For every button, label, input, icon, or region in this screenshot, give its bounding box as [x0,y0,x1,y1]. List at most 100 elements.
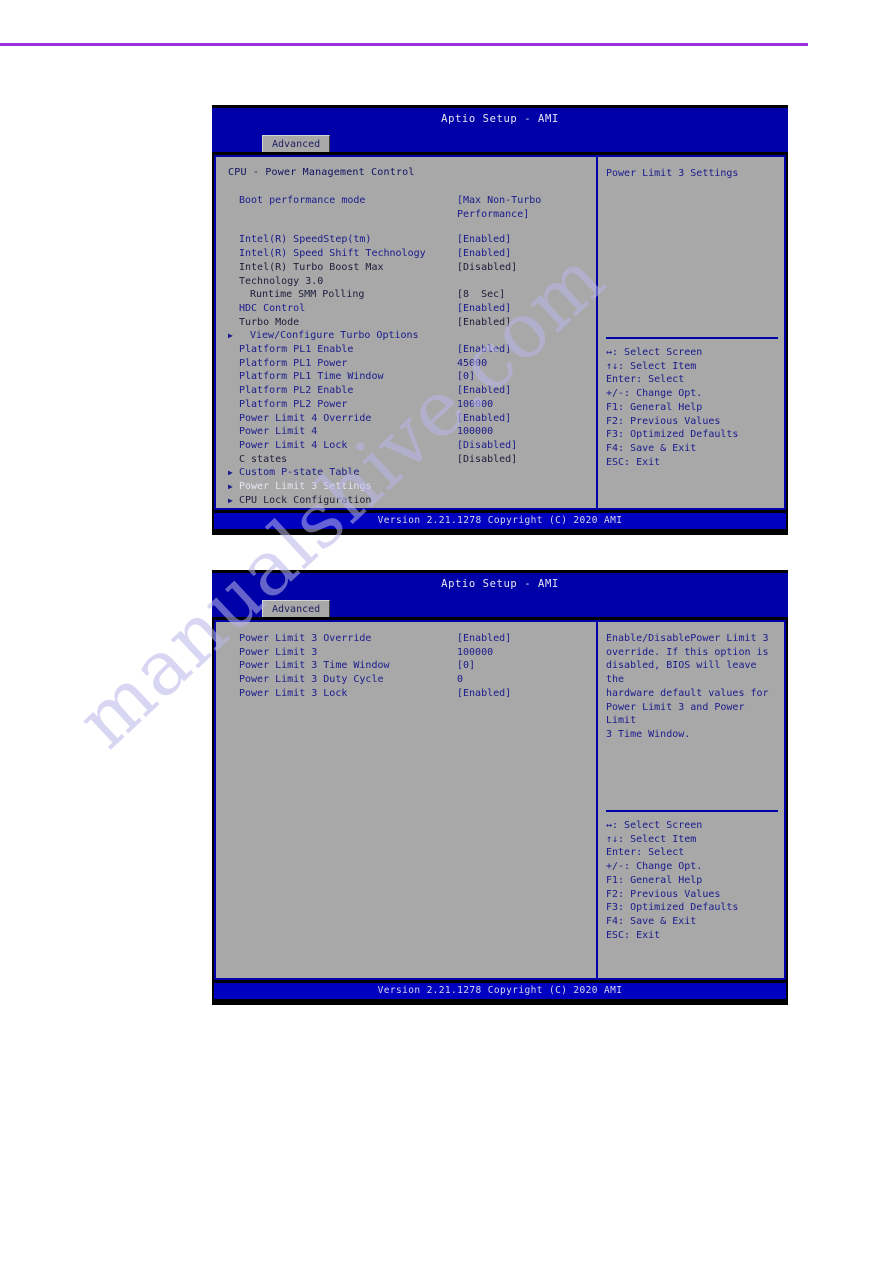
settings-list-2: ▶Power Limit 3 Override[Enabled]▶Power L… [216,622,596,978]
hotkey-list-1: ↔: Select Screen ↑↓: Select Item Enter: Se… [606,346,778,469]
menu-item-label: HDC Control [239,302,306,314]
menu-item-label: Power Limit 4 Override [239,412,372,424]
menu-item[interactable]: ▶Platform PL1 Enable[Enabled] [228,343,596,357]
help-text-1: Power Limit 3 Settings [606,168,739,179]
menu-item[interactable]: ▶Power Limit 4100000 [228,425,596,439]
menu-item-value: [Enabled] [457,633,512,644]
menu-item[interactable]: ▶ CPU Lock Configuration [228,494,596,508]
screen-body-1: CPU - Power Management Control ▶ Boot per… [214,155,786,510]
hotkey-entry: ESC: Exit [606,929,661,941]
document-page: manualshive.com Aptio Setup - AMI Advanc… [0,0,893,1263]
help-text-2: Enable/DisablePower Limit 3 override. If… [606,633,769,740]
menu-item[interactable]: ▶Technology 3.0 [228,275,596,289]
menu-item-label: Power Limit 3 Settings [239,481,372,493]
menu-item[interactable]: ▶Platform PL2 Enable[Enabled] [228,384,596,398]
menu-item-label: Intel(R) Turbo Boost Max [239,261,384,273]
footer-version-1: Version 2.21.1278 Copyright (C) 2020 AMI [214,513,786,529]
settings-list-1: CPU - Power Management Control ▶ Boot per… [216,157,596,508]
menu-item[interactable]: ▶ View/Configure Turbo Options [228,329,596,343]
hotkey-entry: F2: Previous Values [606,415,721,427]
menu-item-label: CPU Lock Configuration [239,494,372,506]
menu-item[interactable]: ▶Turbo Mode[Enabled] [228,316,596,330]
menu-item-value: [Enabled] [457,248,512,260]
menu-item[interactable]: ▶HDC Control[Enabled] [228,302,596,316]
menu-item-label: Platform PL1 Power [239,357,348,369]
section-title-1: CPU - Power Management Control [228,167,415,178]
menu-item[interactable]: ▶Power Limit 3 Duty Cycle0 [228,673,596,687]
submenu-arrow-icon: ▶ [228,468,233,478]
menu-item-label: Platform PL2 Enable [239,385,354,397]
menu-item[interactable]: ▶C states[Disabled] [228,453,596,467]
hotkey-rule-2 [606,810,778,812]
menu-item[interactable]: ▶Power Limit 3100000 [228,646,596,660]
menu-item[interactable]: ▶Power Limit 4 Lock[Disabled] [228,439,596,453]
menu-item-value: [Enabled] [457,316,512,328]
tab-advanced-1[interactable]: Advanced [262,135,331,152]
menu-item[interactable]: ▶Intel(R) SpeedStep(tm)[Enabled] [228,233,596,247]
title-bar-2: Aptio Setup - AMI [212,570,788,600]
menu-item-value: [Enabled] [457,344,512,356]
hotkey-entry: F3: Optimized Defaults [606,902,739,914]
header-rule [0,43,808,46]
menu-item-value: [Enabled] [457,687,512,699]
help-pane-1: Power Limit 3 Settings ↔: Select Screen ↑… [598,157,784,508]
menu-item[interactable]: ▶ Custom P-state Table [228,466,596,480]
menu-item-label: C states [239,453,288,465]
menu-item-label: Intel(R) SpeedStep(tm) [239,234,372,246]
tab-strip-1: Advanced [212,135,788,152]
menu-item[interactable]: ▶Platform PL1 Time Window[0] [228,370,596,384]
menu-item-label: Power Limit 4 [239,426,318,438]
hotkey-entry: Enter: Select [606,374,685,386]
menu-item[interactable]: ▶Performance] [228,208,596,222]
menu-item-label: Power Limit 4 Lock [239,439,348,451]
menu-item-value: [8 Sec] [457,289,506,301]
tab-advanced-2[interactable]: Advanced [262,600,331,617]
menu-item-selected[interactable]: ▶ Power Limit 3 Settings [228,480,596,494]
hotkey-entry: ↔: Select Screen [606,820,703,831]
menu-item-label: Technology 3.0 [239,275,324,287]
menu-item[interactable]: ▶Power Limit 4 Override[Enabled] [228,412,596,426]
menu-item[interactable]: ▶Intel(R) Turbo Boost Max[Disabled] [228,261,596,275]
menu-item-label: Platform PL1 Enable [239,344,354,356]
screen-body-2: ▶Power Limit 3 Override[Enabled]▶Power L… [214,620,786,980]
app-title-1: Aptio Setup - AMI [441,113,559,125]
menu-item-label: Power Limit 3 Duty Cycle [239,674,384,686]
hotkey-entry: +/-: Change Opt. [606,388,703,400]
menu-item-label: Power Limit 3 Lock [239,687,348,699]
hotkey-legend-1: ↔: Select Screen ↑↓: Select Item Enter: Se… [606,337,778,469]
menu-item-value: 45000 [457,357,488,369]
menu-item-label: Custom P-state Table [239,467,360,479]
menu-item-value: [Enabled] [457,302,512,314]
menu-item-label: Power Limit 3 [239,646,318,658]
menu-item-value: [Disabled] [457,439,518,451]
menu-item[interactable]: ▶Power Limit 3 Time Window[0] [228,659,596,673]
hotkey-entry: Enter: Select [606,847,685,859]
menu-item-value: [Enabled] [457,385,512,397]
menu-item[interactable]: ▶Platform PL2 Power100000 [228,398,596,412]
hotkey-entry: ESC: Exit [606,456,661,468]
app-title-2: Aptio Setup - AMI [441,578,559,590]
hotkey-entry: F2: Previous Values [606,888,721,900]
hotkey-entry: ↑↓: Select Item [606,833,697,845]
submenu-arrow-icon: ▶ [228,482,233,492]
tab-strip-2: Advanced [212,600,788,617]
menu-item[interactable]: ▶Runtime SMM Polling[8 Sec] [228,288,596,302]
menu-item-label: Platform PL1 Time Window [239,371,384,383]
menu-item-value: 100000 [457,426,494,438]
menu-items-1: ▶Boot performance mode[Max Non-Turbo▶Per… [228,194,596,507]
menu-item-label: View/Configure Turbo Options [250,330,419,342]
hotkey-entry: F4: Save & Exit [606,442,697,454]
menu-item[interactable]: ▶Intel(R) Speed Shift Technology[Enabled… [228,247,596,261]
hotkey-entry: F3: Optimized Defaults [606,429,739,441]
hotkey-rule-1 [606,337,778,339]
footer-version-2: Version 2.21.1278 Copyright (C) 2020 AMI [214,983,786,999]
menu-item[interactable]: ▶Power Limit 3 Override[Enabled] [228,632,596,646]
menu-item[interactable]: ▶Power Limit 3 Lock[Enabled] [228,687,596,701]
menu-item[interactable]: ▶Boot performance mode[Max Non-Turbo [228,194,596,208]
submenu-arrow-icon: ▶ [228,331,233,341]
hotkey-entry: F1: General Help [606,874,703,886]
hotkey-entry: F1: General Help [606,401,703,413]
menu-item[interactable]: ▶Platform PL1 Power45000 [228,357,596,371]
menu-item-label: Power Limit 3 Time Window [239,660,390,672]
menu-item-value: 0 [457,674,464,686]
